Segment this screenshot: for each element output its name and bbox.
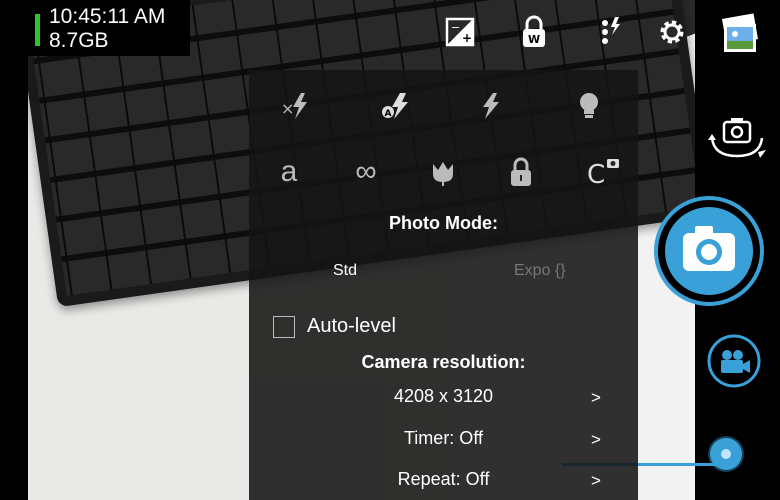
gallery-icon[interactable]	[716, 10, 764, 58]
auto-level-checkbox[interactable]	[273, 316, 295, 338]
svg-text:−: −	[451, 21, 460, 34]
repeat-label[interactable]: Repeat: Off	[249, 469, 638, 490]
photo-mode-std[interactable]: Std	[333, 262, 357, 280]
resolution-arrow[interactable]: >	[591, 388, 601, 408]
exposure-icon[interactable]: − +	[440, 12, 480, 52]
focus-macro-icon[interactable]	[421, 150, 465, 194]
focus-auto-icon[interactable]: a	[267, 150, 311, 194]
video-camera-icon[interactable]	[706, 333, 762, 389]
svg-text:C: C	[587, 160, 605, 187]
svg-text:×: ×	[281, 99, 294, 118]
focus-lock-icon[interactable]	[499, 150, 543, 194]
flash-off-icon[interactable]: ×	[275, 84, 319, 128]
resolution-value[interactable]: 4208 x 3120	[249, 386, 638, 407]
more-icon[interactable]	[590, 12, 630, 52]
repeat-arrow[interactable]: >	[591, 471, 601, 491]
switch-camera-icon[interactable]	[706, 112, 768, 162]
svg-text:A: A	[385, 109, 392, 119]
status-storage: 8.7GB	[49, 29, 109, 52]
left-strip	[0, 0, 28, 500]
focus-infinity-icon[interactable]: ∞	[344, 150, 388, 194]
status-time: 10:45:11 AM	[49, 5, 166, 28]
torch-icon[interactable]	[567, 84, 611, 128]
photo-mode-expo[interactable]: Expo {}	[514, 262, 566, 280]
timer-label[interactable]: Timer: Off	[249, 428, 638, 449]
flash-on-icon[interactable]	[469, 84, 513, 128]
settings-icon[interactable]	[652, 12, 692, 52]
focus-continuous-icon[interactable]: C	[582, 150, 626, 194]
battery-indicator	[35, 14, 40, 46]
camera-resolution-title: Camera resolution:	[361, 352, 526, 372]
svg-text:+: +	[462, 31, 472, 45]
shutter-button[interactable]	[653, 195, 765, 307]
svg-text:W: W	[528, 33, 540, 46]
flash-auto-icon[interactable]: A	[374, 84, 418, 128]
timer-arrow[interactable]: >	[591, 430, 601, 450]
settings-popup: × A a ∞ C Photo Mode: Std Expo {} Auto-l…	[249, 70, 638, 500]
photo-mode-title: Photo Mode:	[389, 213, 498, 233]
auto-level-label: Auto-level	[307, 315, 396, 337]
zoom-slider-handle[interactable]	[710, 438, 742, 470]
white-balance-lock-icon[interactable]: W	[514, 12, 554, 52]
